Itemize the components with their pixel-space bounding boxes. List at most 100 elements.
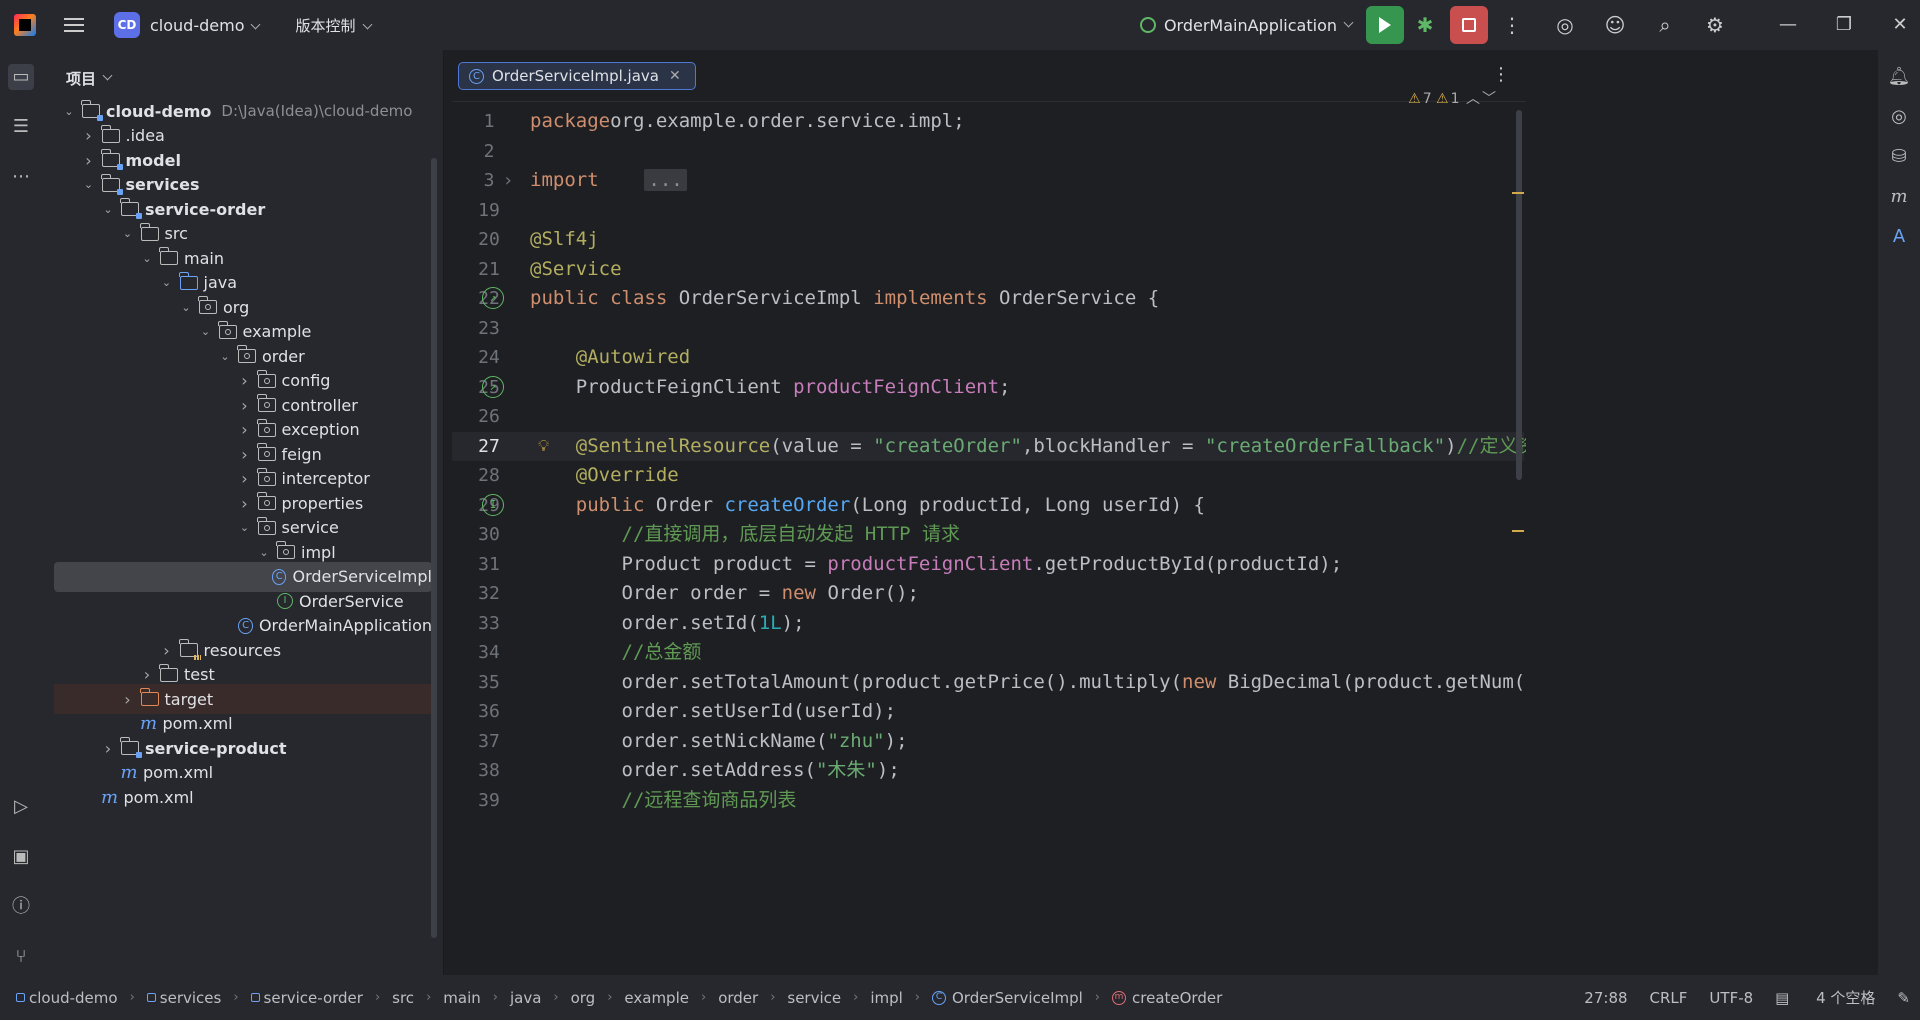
code-line[interactable]: order.setAddress("木朱"); bbox=[530, 756, 900, 786]
chevron-right-icon[interactable]: › bbox=[238, 420, 252, 439]
chevron-right-icon[interactable]: › bbox=[82, 151, 96, 170]
tree-item[interactable]: m pom.xml bbox=[54, 782, 432, 812]
restore-icon[interactable]: ❐ bbox=[1824, 0, 1864, 50]
line-number[interactable]: 19 bbox=[452, 196, 526, 226]
line-number[interactable]: 26 bbox=[452, 402, 526, 432]
line-number[interactable]: 34 bbox=[452, 638, 526, 668]
project-tool-icon[interactable]: ▭ bbox=[8, 64, 34, 90]
code-line[interactable]: //远程查询商品列表 bbox=[530, 786, 797, 816]
code-line[interactable]: order.setUserId(userId); bbox=[530, 697, 897, 727]
code-line[interactable]: import ... bbox=[530, 166, 687, 196]
lock-icon[interactable]: ✎ bbox=[1897, 989, 1910, 1007]
chevron-down-icon[interactable]: ⌄ bbox=[101, 203, 115, 216]
editor-scrollbar[interactable] bbox=[1516, 110, 1522, 480]
line-number[interactable]: 2 bbox=[452, 137, 526, 167]
code-line[interactable]: Order order = new Order(); bbox=[530, 579, 919, 609]
translate-icon[interactable]: A bbox=[1886, 224, 1912, 250]
line-number[interactable]: 21 bbox=[452, 255, 526, 285]
run-config-selector[interactable]: OrderMainApplication bbox=[1139, 16, 1354, 35]
code-line[interactable]: order.setId(1L); bbox=[530, 609, 805, 639]
notifications-icon[interactable]: 🔔︎ bbox=[1886, 64, 1912, 90]
code-line[interactable]: packageorg.example.order.service.impl; bbox=[530, 107, 965, 137]
breadcrumb-item[interactable]: example bbox=[624, 989, 689, 1007]
chevron-right-icon[interactable]: › bbox=[121, 690, 135, 709]
code-line[interactable]: Product product = productFeignClient.get… bbox=[530, 550, 1343, 580]
breadcrumb-item[interactable]: main bbox=[443, 989, 480, 1007]
chevron-down-icon[interactable]: ⌄ bbox=[160, 276, 174, 289]
breadcrumb-item[interactable]: service bbox=[787, 989, 841, 1007]
code-line[interactable]: ProductFeignClient productFeignClient; bbox=[530, 373, 1011, 403]
ai-assistant-icon[interactable]: ◎ bbox=[1552, 12, 1578, 38]
chevron-right-icon[interactable]: › bbox=[82, 126, 96, 145]
breadcrumb-item[interactable]: org bbox=[571, 989, 596, 1007]
code-view[interactable]: 1 packageorg.example.order.service.impl; 2… bbox=[452, 102, 1526, 975]
bean-gutter-icon[interactable]: ↗ bbox=[482, 287, 504, 309]
caret-position[interactable]: 27:88 bbox=[1584, 989, 1627, 1007]
code-line[interactable]: @SentinelResource(value = "createOrder",… bbox=[530, 432, 1526, 462]
line-number[interactable]: 24 bbox=[452, 343, 526, 373]
debug-icon[interactable]: ✱ bbox=[1412, 12, 1438, 38]
chevron-down-icon[interactable]: ⌄ bbox=[62, 105, 76, 118]
problems-tool-icon[interactable]: ⓘ bbox=[8, 894, 34, 920]
chevron-down-icon[interactable]: ⌄ bbox=[218, 350, 232, 363]
chevron-down-icon[interactable]: ⌄ bbox=[140, 252, 154, 265]
more-tools-icon[interactable]: ⋯ bbox=[8, 164, 34, 190]
chevron-right-icon[interactable]: › bbox=[140, 665, 154, 684]
chevron-down-icon[interactable]: ⌄ bbox=[121, 227, 135, 240]
close-icon[interactable]: ✕ bbox=[1880, 0, 1920, 50]
intention-bulb-icon[interactable]: 💡︎ bbox=[538, 436, 549, 456]
line-number[interactable]: 32 bbox=[452, 579, 526, 609]
chevron-right-icon[interactable]: › bbox=[238, 396, 252, 415]
code-line[interactable]: @Service bbox=[530, 255, 622, 285]
line-number[interactable]: 31 bbox=[452, 550, 526, 580]
add-user-icon[interactable]: ☺ bbox=[1602, 12, 1628, 38]
warning-marker[interactable] bbox=[1512, 192, 1524, 194]
line-number[interactable]: 36 bbox=[452, 697, 526, 727]
code-line[interactable]: @Autowired bbox=[530, 343, 690, 373]
chevron-right-icon[interactable]: › bbox=[238, 445, 252, 464]
breadcrumb-item[interactable]: C OrderServiceImpl bbox=[932, 989, 1083, 1007]
breadcrumb-item[interactable]: service-order bbox=[250, 989, 363, 1007]
settings-icon[interactable]: ⚙ bbox=[1702, 12, 1728, 38]
chevron-down-icon[interactable]: ⌄ bbox=[199, 325, 213, 338]
minimize-icon[interactable]: — bbox=[1768, 0, 1808, 50]
code-line[interactable]: order.setNickName("zhu"); bbox=[530, 727, 908, 757]
tabs-more-icon[interactable]: ⋮ bbox=[1492, 64, 1510, 85]
code-line[interactable]: //总金额 bbox=[530, 638, 702, 668]
file-encoding[interactable]: UTF-8 bbox=[1709, 989, 1753, 1007]
line-number[interactable]: 38 bbox=[452, 756, 526, 786]
warning-marker[interactable] bbox=[1512, 530, 1524, 532]
git-tool-icon[interactable]: ⑂ bbox=[8, 944, 34, 970]
line-number[interactable]: 27 bbox=[452, 432, 526, 462]
breadcrumb-item[interactable]: impl bbox=[870, 989, 902, 1007]
services-tool-icon[interactable]: ▷ bbox=[8, 794, 34, 820]
code-line[interactable]: @Slf4j bbox=[530, 225, 599, 255]
chevron-down-icon[interactable]: ⌄ bbox=[82, 178, 96, 191]
implements-gutter-icon[interactable]: I bbox=[482, 493, 504, 516]
more-actions-icon[interactable]: ⋮ bbox=[1500, 13, 1524, 37]
indent-setting[interactable]: ▤ 4 个空格 bbox=[1775, 987, 1875, 1008]
breadcrumb-item[interactable]: services bbox=[146, 989, 221, 1007]
code-line[interactable]: public class OrderServiceImpl implements… bbox=[530, 284, 1159, 314]
code-line[interactable]: @Override bbox=[530, 461, 679, 491]
code-line[interactable]: //直接调用，底层自动发起 HTTP 请求 bbox=[530, 520, 961, 550]
line-number[interactable]: 39 bbox=[452, 786, 526, 816]
line-ending[interactable]: CRLF bbox=[1650, 989, 1688, 1007]
chevron-right-icon[interactable]: › bbox=[160, 641, 174, 660]
chevron-down-icon[interactable]: ⌄ bbox=[179, 301, 193, 314]
chevron-right-icon[interactable]: › bbox=[238, 469, 252, 488]
breadcrumb-item[interactable]: m createOrder bbox=[1112, 989, 1222, 1007]
breadcrumb-item[interactable]: order bbox=[718, 989, 758, 1007]
project-scrollbar[interactable] bbox=[431, 158, 437, 938]
vcs-menu[interactable]: 版本控制 bbox=[295, 15, 372, 36]
breadcrumb-item[interactable]: src bbox=[392, 989, 414, 1007]
breadcrumb-item[interactable]: java bbox=[510, 989, 541, 1007]
code-line[interactable]: public Order createOrder(Long productId,… bbox=[530, 491, 1205, 521]
stop-button[interactable] bbox=[1450, 6, 1488, 44]
fold-chevron-icon[interactable]: › bbox=[498, 166, 518, 196]
main-menu-icon[interactable] bbox=[64, 18, 84, 32]
chevron-down-icon[interactable]: ⌄ bbox=[238, 521, 252, 534]
chevron-down-icon[interactable]: ⌄ bbox=[257, 546, 271, 559]
chevron-right-icon[interactable]: › bbox=[238, 494, 252, 513]
chevron-right-icon[interactable]: › bbox=[238, 371, 252, 390]
